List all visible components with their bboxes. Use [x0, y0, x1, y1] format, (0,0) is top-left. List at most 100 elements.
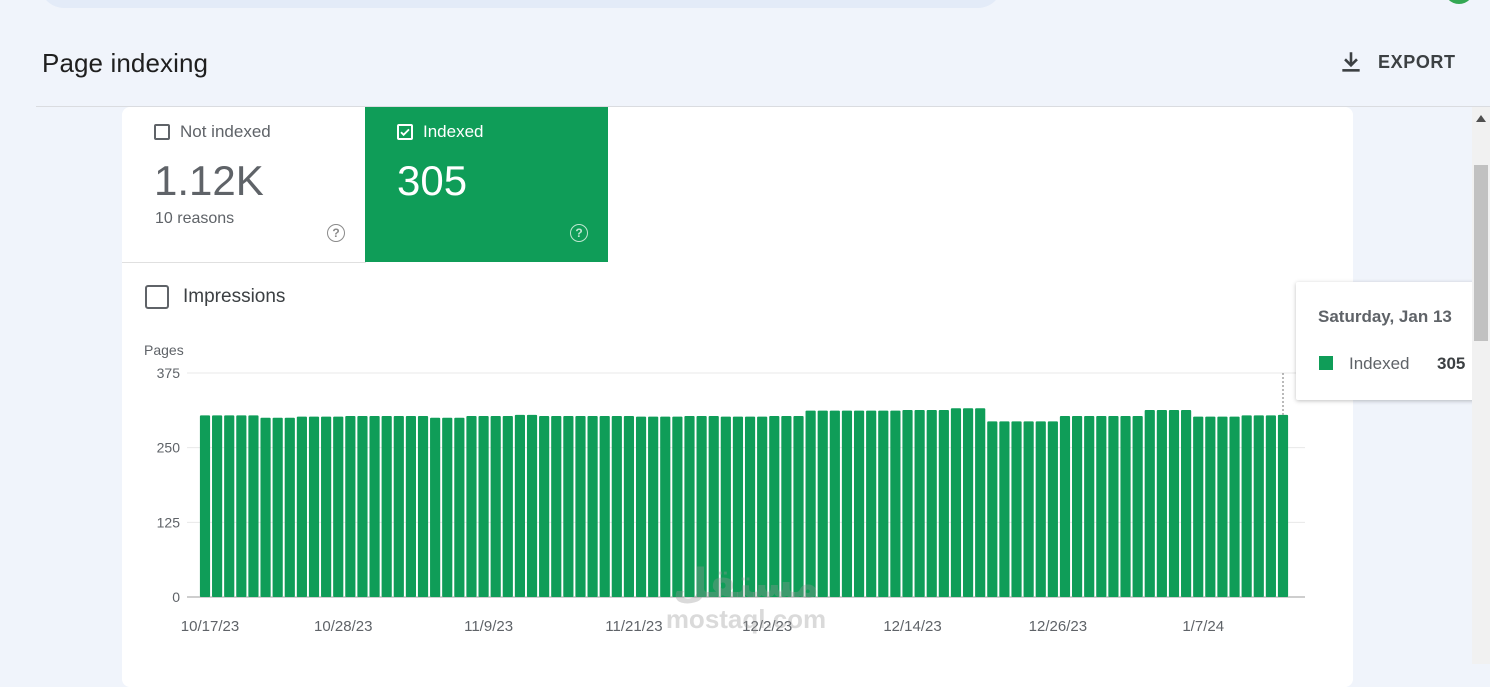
avatar[interactable] [1444, 0, 1474, 4]
page-title: Page indexing [42, 48, 209, 78]
bar [1084, 416, 1095, 597]
bar [393, 416, 404, 597]
bar [357, 416, 368, 597]
bar [1144, 410, 1155, 597]
bar [345, 416, 356, 597]
x-tick-label: 10/17/23 [181, 618, 239, 635]
impressions-toggle[interactable]: Impressions [145, 285, 285, 309]
tooltip-series: Indexed [1349, 354, 1410, 373]
bar [829, 410, 840, 597]
bar [1072, 416, 1083, 597]
search-bar[interactable] [40, 0, 1002, 8]
bar [648, 416, 659, 597]
bar [684, 416, 695, 597]
bar [1132, 416, 1143, 597]
x-tick-label: 1/7/24 [1182, 618, 1224, 635]
indexed-label: Indexed [423, 122, 484, 141]
bar [1205, 416, 1216, 597]
bar [817, 410, 828, 597]
bar [720, 416, 731, 597]
bar [466, 416, 477, 597]
indexed-tile[interactable]: Indexed 305 ? [365, 107, 608, 262]
bar [1108, 416, 1119, 597]
help-icon[interactable]: ? [327, 224, 345, 242]
bar [478, 416, 489, 597]
bar [744, 416, 756, 597]
bar [575, 416, 586, 597]
bar [890, 410, 901, 597]
not-indexed-checkbox[interactable] [154, 124, 170, 140]
y-tick-label: 250 [157, 440, 181, 456]
help-icon[interactable]: ? [570, 224, 588, 242]
export-button[interactable]: EXPORT [1338, 46, 1456, 78]
x-tick-label: 12/2/23 [742, 618, 792, 635]
bar [526, 414, 538, 597]
bar [454, 417, 465, 597]
bar [1047, 421, 1058, 597]
bar [1023, 421, 1034, 597]
bar [405, 416, 416, 597]
bar [841, 410, 853, 597]
bar-chart: Pages 0 125 250 375 10/17/23 10/28/23 11/9/23 11… [144, 342, 1305, 635]
y-axis-label: Pages [144, 342, 184, 358]
bar [660, 416, 671, 597]
bar [1229, 416, 1240, 597]
bar [1059, 416, 1071, 597]
not-indexed-tile[interactable]: Not indexed 1.12K 10 reasons ? [122, 107, 366, 263]
chart-tooltip: Saturday, Jan 13 Indexed 305 [1296, 282, 1490, 400]
x-tick-label: 10/28/23 [314, 618, 372, 635]
bar [212, 415, 223, 597]
legend-swatch [1319, 356, 1333, 370]
bar [563, 416, 574, 597]
bar [369, 416, 380, 597]
bar [696, 416, 707, 597]
bar [442, 417, 453, 597]
bar [272, 417, 283, 597]
bar [1253, 415, 1264, 597]
bar [999, 421, 1010, 597]
bar [430, 417, 441, 597]
bar [987, 421, 998, 597]
bar [260, 417, 271, 597]
bar [950, 408, 962, 597]
bar [1011, 421, 1022, 597]
bar [757, 416, 768, 597]
scroll-up-arrow-icon[interactable] [1476, 115, 1486, 122]
bar [1241, 415, 1252, 597]
bar [902, 410, 913, 597]
bar [975, 408, 986, 597]
scroll-thumb[interactable] [1474, 165, 1488, 341]
bar [853, 410, 865, 597]
download-icon [1338, 49, 1364, 75]
bar [1217, 416, 1228, 597]
bar [417, 416, 429, 597]
bar [490, 416, 501, 597]
scrollbar[interactable] [1472, 107, 1490, 664]
tooltip-date: Saturday, Jan 13 [1318, 307, 1452, 326]
bar [236, 415, 247, 597]
bar [793, 416, 804, 597]
not-indexed-reasons: 10 reasons [155, 210, 235, 227]
bar [199, 415, 211, 597]
export-label: EXPORT [1378, 51, 1456, 72]
bar [962, 408, 974, 597]
x-tick-label: 12/26/23 [1029, 618, 1087, 635]
bar [926, 410, 937, 597]
bar [1120, 416, 1131, 597]
bar [321, 416, 332, 597]
bar [1035, 421, 1046, 597]
x-tick-label: 12/14/23 [883, 618, 941, 635]
bar [224, 415, 235, 597]
indexed-checkbox[interactable] [397, 124, 413, 140]
bar [708, 416, 719, 597]
bar [599, 416, 610, 597]
tooltip-value: 305 [1437, 354, 1466, 373]
bar [539, 416, 550, 597]
bar [1265, 415, 1276, 597]
impressions-checkbox[interactable] [145, 285, 169, 309]
bar [732, 416, 744, 597]
bar [248, 415, 259, 597]
bar [672, 416, 683, 597]
bar [1193, 416, 1204, 597]
bar [1156, 410, 1167, 597]
